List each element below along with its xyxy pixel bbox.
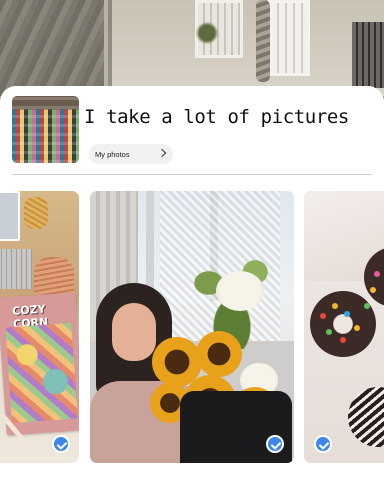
divider	[12, 174, 372, 175]
photo-candy	[326, 329, 332, 335]
photo-drizzled-donut	[348, 387, 384, 447]
photo-keyboard	[0, 249, 32, 289]
chevron-right-icon	[157, 148, 167, 158]
selected-check-icon[interactable]	[52, 435, 70, 453]
album-sheet: I take a lot of pictures My photos COZY …	[0, 86, 384, 480]
photo-candy	[354, 325, 360, 331]
photo-candy	[320, 313, 326, 319]
photo-candy	[364, 303, 370, 309]
background-plant	[193, 20, 221, 46]
background-stone-wall	[0, 0, 104, 96]
photo-candy	[344, 311, 350, 317]
album-cover-thumbnail[interactable]	[12, 96, 79, 163]
background-window	[352, 22, 384, 88]
photo-lily	[216, 271, 264, 311]
my-photos-label: My photos	[95, 149, 130, 159]
photo-card-desk[interactable]: COZY CORN	[0, 191, 79, 463]
photo-card-sunflowers[interactable]	[90, 191, 294, 463]
album-title: I take a lot of pictures	[84, 106, 349, 128]
photo-sunflower	[196, 331, 242, 377]
photo-candy	[370, 287, 376, 293]
photo-book: COZY CORN	[0, 292, 79, 436]
my-photos-link-button[interactable]: My photos	[89, 144, 173, 164]
photo-candy	[374, 271, 380, 277]
photo-donut	[310, 291, 376, 357]
photo-card-donuts[interactable]	[304, 191, 384, 463]
selected-check-icon[interactable]	[266, 435, 284, 453]
photo-person-face	[112, 303, 156, 361]
photo-candy	[332, 303, 338, 309]
background-wall	[112, 0, 384, 96]
book-cover-art	[5, 322, 78, 424]
photo-laptop	[0, 191, 20, 241]
photo-candy	[340, 337, 346, 343]
background-rope-column	[256, 0, 270, 82]
selected-check-icon[interactable]	[314, 435, 332, 453]
background-window	[268, 0, 310, 76]
photo-yarn	[24, 197, 48, 229]
